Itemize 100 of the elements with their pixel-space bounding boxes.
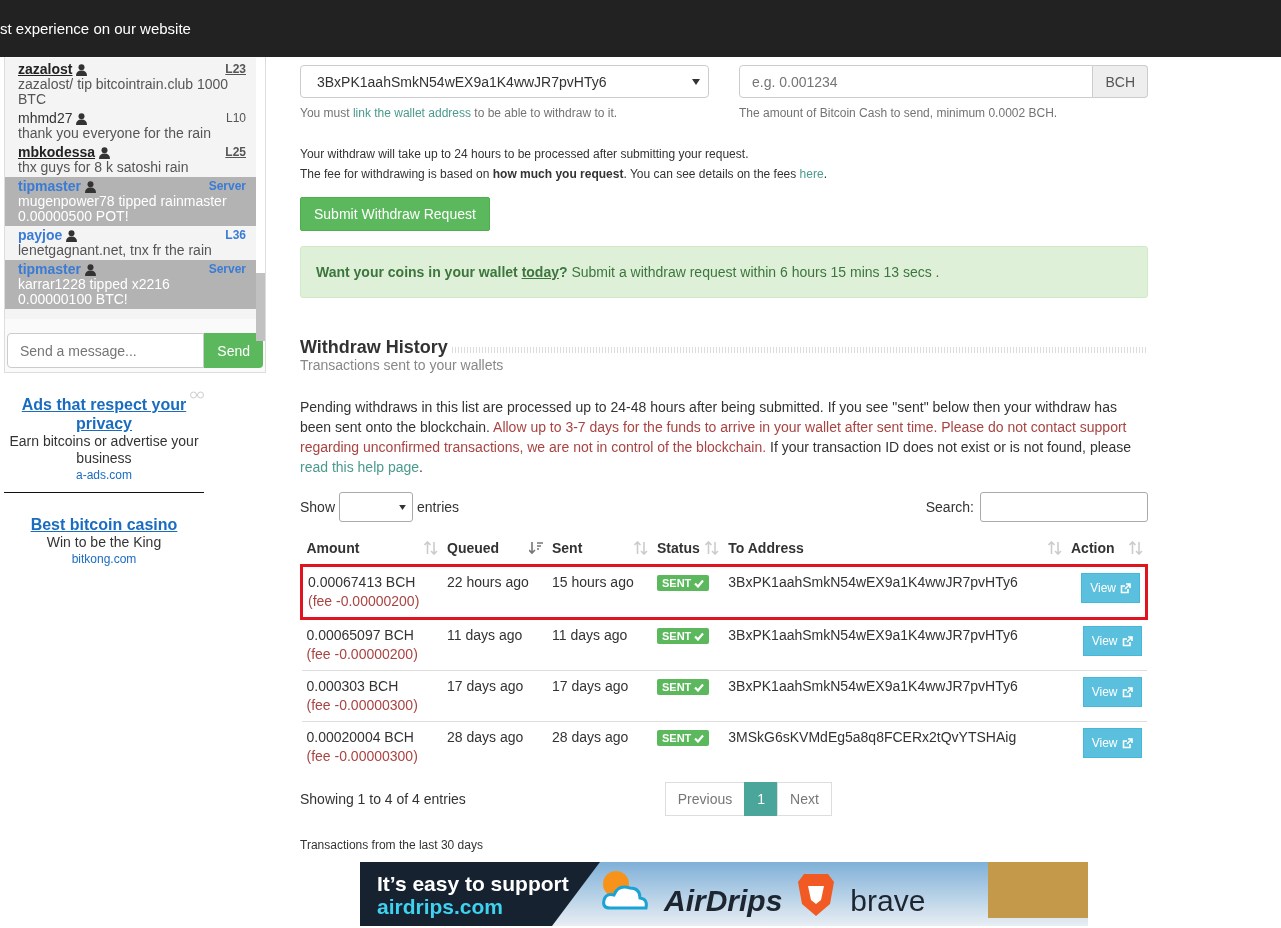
glasses-icon [190,389,204,401]
amount-cell-text: 0.000303 BCH [306,677,400,696]
external-link-icon [1120,582,1131,594]
sort-descending-icon[interactable] [529,541,543,555]
sent-cell: 28 days ago [547,721,652,772]
ad-domain-link[interactable]: a-ads.com [4,467,204,484]
check-icon [694,682,705,692]
user-icon [85,263,97,276]
message-input[interactable]: Send a message... [7,333,205,368]
column-header[interactable]: Status [651,532,724,566]
table-info-text: Showing 1 to 4 of 4 entries [300,791,466,807]
column-header[interactable]: To Address [723,532,1066,566]
dropdown-caret-icon [692,78,700,85]
message-text: lenetgagnant.net, tnx fr the rain [18,243,213,258]
show-label: Show [300,499,336,515]
amount-cell-text: 0.00065097 BCH [306,626,415,645]
ad-title-link[interactable]: Best bitcoin casino [4,515,204,534]
footnote-text: Transactions from the last 30 days [300,838,484,852]
message-text: thx guys for 8 k satoshi rain [18,160,190,175]
sent-cell: 17 days ago [547,670,652,722]
withdraw-note: Your withdraw will take up to 24 hours to be processed after submitting your request. [300,146,750,163]
banner-url: airdrips.com [377,895,505,918]
column-header[interactable]: Sent [547,532,652,566]
dropdown-caret-icon [399,504,407,510]
ad-text: Earn bitcoins or advertise your business [8,433,200,467]
ad-banner[interactable]: It’s easy to support airdrips.com AirDrips brave [360,862,1088,926]
pagination-button[interactable]: Next [777,782,832,816]
check-icon [694,578,705,588]
status-badge: SENT [656,679,710,695]
search-field[interactable] [980,492,1148,522]
message-text: thank you everyone for the rain [18,126,212,141]
link-wallet-link[interactable]: link the wallet address [352,106,471,120]
external-link-icon [1121,737,1133,749]
chat-username[interactable]: mbkodessa [18,145,96,160]
sort-icon[interactable] [705,541,720,555]
status-badge: SENT [656,628,710,644]
address-help-text: You must link the wallet address to be able to withdraw to it. [300,106,619,120]
user-icon [99,146,111,159]
banner-text: It’s easy to support [377,872,570,895]
today-link[interactable]: today [521,264,559,280]
pagination-button[interactable]: 1 [744,782,779,816]
search-label: Search: [925,499,974,515]
cookie-notice-text: st experience on our website [0,20,191,37]
column-header[interactable]: Amount [301,532,443,566]
fee-text: (fee -0.00000200) [308,592,421,611]
status-badge: SENT [656,575,710,591]
sent-cell: 15 hours ago [547,565,652,619]
queued-cell: 22 hours ago [442,565,547,619]
amount-help-text: The amount of Bitcoin Cash to send, minimum 0.0002 BCH. [739,106,1059,120]
queued-cell: 17 days ago [442,670,547,722]
submit-withdraw-button[interactable]: Submit Withdraw Request [300,197,490,231]
sort-icon[interactable] [1048,541,1062,555]
chat-username[interactable]: zazalost [18,62,73,77]
entries-select[interactable] [339,492,414,522]
scrollbar-thumb[interactable] [256,273,265,341]
user-icon [85,180,97,193]
external-link-icon [1121,635,1133,647]
sort-icon[interactable] [633,541,648,555]
address-cell: 3MSkG6sKVMdEg5a8q8FCERx2tQvYTSHAig [723,721,1066,772]
chat-username[interactable]: payjoe [18,228,63,243]
status-badge: SENT [656,730,710,746]
user-icon [76,63,88,76]
sort-icon[interactable] [424,541,439,555]
user-icon [76,112,88,125]
user-level: Server [208,179,246,194]
message-text: mugenpower78 tipped rainmaster 0.00000500 POT! [18,194,228,224]
queued-cell: 28 days ago [442,721,547,772]
ad-title-link[interactable]: Ads that respect your privacy [4,395,204,433]
user-icon [66,229,78,242]
send-button[interactable]: Send [204,333,263,368]
user-level: L23 [225,62,246,77]
banner-brand: brave [850,884,926,918]
help-page-link[interactable]: read this help page [300,459,420,475]
pagination-button[interactable]: Previous [664,782,746,816]
wallet-address-select[interactable]: 3BxPK1aahSmkN54wEX9a1K4wwJR7pvHTy6 [300,65,709,98]
amount-cell-text: 0.00067413 BCH [308,573,417,592]
message-text: zazalost/ tip bitcointrain.club 1000 BTC [18,77,230,107]
currency-addon: BCH [1093,65,1148,98]
lion-shield-icon [796,872,837,918]
check-icon [694,631,705,641]
column-header[interactable]: Action [1066,532,1147,566]
alert-message: Want your coins in your wallet today? Submit a withdraw request within 6 hours 15 mins 13 secs . [300,246,1148,298]
amount-input[interactable]: e.g. 0.001234 [739,65,1094,98]
section-title: Withdraw History [300,337,448,357]
ad-domain-link[interactable]: bitkong.com [4,551,204,568]
user-level: Server [208,262,246,277]
column-header[interactable]: Queued [442,532,547,566]
fees-link[interactable]: here [799,167,824,181]
user-level: L36 [225,228,246,243]
fee-text: (fee -0.00000300) [306,696,419,715]
external-link-icon [1121,686,1133,698]
fee-text: (fee -0.00000200) [306,645,419,664]
check-icon [694,733,705,743]
fee-text: (fee -0.00000300) [306,747,419,766]
user-level: L10 [225,111,246,126]
ad-text: Win to be the King [45,534,163,551]
chat-username[interactable]: mhmd27 [18,111,73,126]
sort-icon[interactable] [1128,541,1143,555]
fee-note: The fee for withdrawing is based on how much you request. You can see details on the fees here. [300,166,828,183]
amount-cell-text: 0.00020004 BCH [306,728,415,747]
